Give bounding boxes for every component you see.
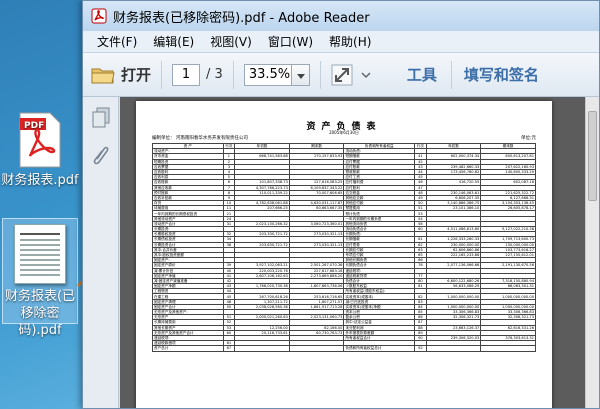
toolbar: 打开 1 / 3 33.5% 工具 填写和签名 — [83, 53, 599, 97]
toolbar-divider — [450, 60, 452, 89]
menu-file[interactable]: 文件(F) — [89, 33, 145, 50]
table-cell — [425, 345, 482, 352]
fill-sign-link[interactable]: 填写和签名 — [464, 64, 539, 85]
document-view[interactable]: 资产负债表 2005年6月30日 编制单位： 河南南阳春华水务开发有限责任公司 … — [120, 97, 585, 408]
table-cell: 92 — [414, 345, 427, 352]
folder-icon — [91, 68, 115, 83]
table-cell: 资产总计 — [152, 345, 224, 352]
page-total: / 3 — [206, 67, 223, 82]
vertical-scrollbar[interactable] — [585, 97, 599, 408]
currency-unit: 单位:元 — [520, 136, 536, 141]
menu-bar: 文件(F) 编辑(E) 视图(V) 窗口(W) 帮助(H) — [83, 31, 599, 53]
scroll-thumb[interactable] — [588, 111, 597, 201]
company-name: 编制单位： 河南南阳春华水务开发有限责任公司 — [152, 136, 248, 141]
document-pane: 资产负债表 2005年6月30日 编制单位： 河南南阳春华水务开发有限责任公司 … — [83, 97, 599, 408]
menu-edit[interactable]: 编辑(E) — [145, 33, 202, 50]
fit-window-icon[interactable] — [331, 64, 353, 86]
zoom-input[interactable]: 33.5% — [243, 63, 292, 86]
table-cell: 负债和所有者权益总计 — [343, 345, 416, 352]
pdf-page: 资产负债表 2005年6月30日 编制单位： 河南南阳春华水务开发有限责任公司 … — [136, 101, 552, 408]
page-thumbnails-icon[interactable] — [92, 107, 110, 129]
toolbar-divider — [161, 60, 163, 89]
document-thumbnail-icon — [14, 224, 66, 284]
table-cell — [234, 345, 290, 352]
adobe-reader-icon — [91, 8, 107, 24]
pdf-file-icon: PDF — [18, 112, 62, 168]
window-title: 财务报表(已移除密码).pdf - Adobe Reader — [113, 10, 370, 26]
table-row: 资产总计 67 负债和所有者权益总计 92 — [152, 345, 536, 352]
svg-text:PDF: PDF — [24, 121, 44, 131]
zoom-dropdown-button[interactable] — [291, 63, 310, 86]
navigation-rail — [83, 97, 119, 408]
balance-sheet-table: 资 产 行次 年初数 期末数 负债和所有者权益 行次 年初数 期末数 流动资产:… — [152, 142, 536, 352]
desktop-icon-label: 财务报表.pdf — [1, 173, 79, 188]
table-cell — [480, 345, 536, 352]
menu-view[interactable]: 视图(V) — [202, 33, 260, 50]
tools-link[interactable]: 工具 — [407, 64, 437, 85]
menu-window[interactable]: 窗口(W) — [260, 33, 321, 50]
desktop-icon-unlocked-pdf[interactable]: 财务报表(已移除密码).pdf — [0, 224, 80, 339]
toolbar-more-icon[interactable] — [359, 64, 373, 86]
toolbar-divider — [232, 60, 234, 89]
document-meta: 编制单位： 河南南阳春华水务开发有限责任公司 单位:元 — [152, 135, 536, 141]
table-cell: 67 — [222, 345, 236, 352]
toolbar-divider — [319, 60, 321, 89]
table-cell — [288, 345, 345, 352]
attachments-icon[interactable] — [92, 143, 110, 167]
menu-help[interactable]: 帮助(H) — [321, 33, 379, 50]
desktop-icon-label: 财务报表(已移除密码).pdf — [4, 289, 76, 338]
desktop-icon-pdf[interactable]: PDF 财务报表.pdf — [0, 112, 80, 189]
adobe-reader-window: 财务报表(已移除密码).pdf - Adobe Reader 文件(F) 编辑(… — [82, 0, 600, 409]
open-button-label: 打开 — [121, 66, 152, 84]
title-bar[interactable]: 财务报表(已移除密码).pdf - Adobe Reader — [83, 1, 599, 31]
page-number-input[interactable]: 1 — [172, 63, 201, 86]
open-button[interactable]: 打开 — [91, 64, 151, 85]
